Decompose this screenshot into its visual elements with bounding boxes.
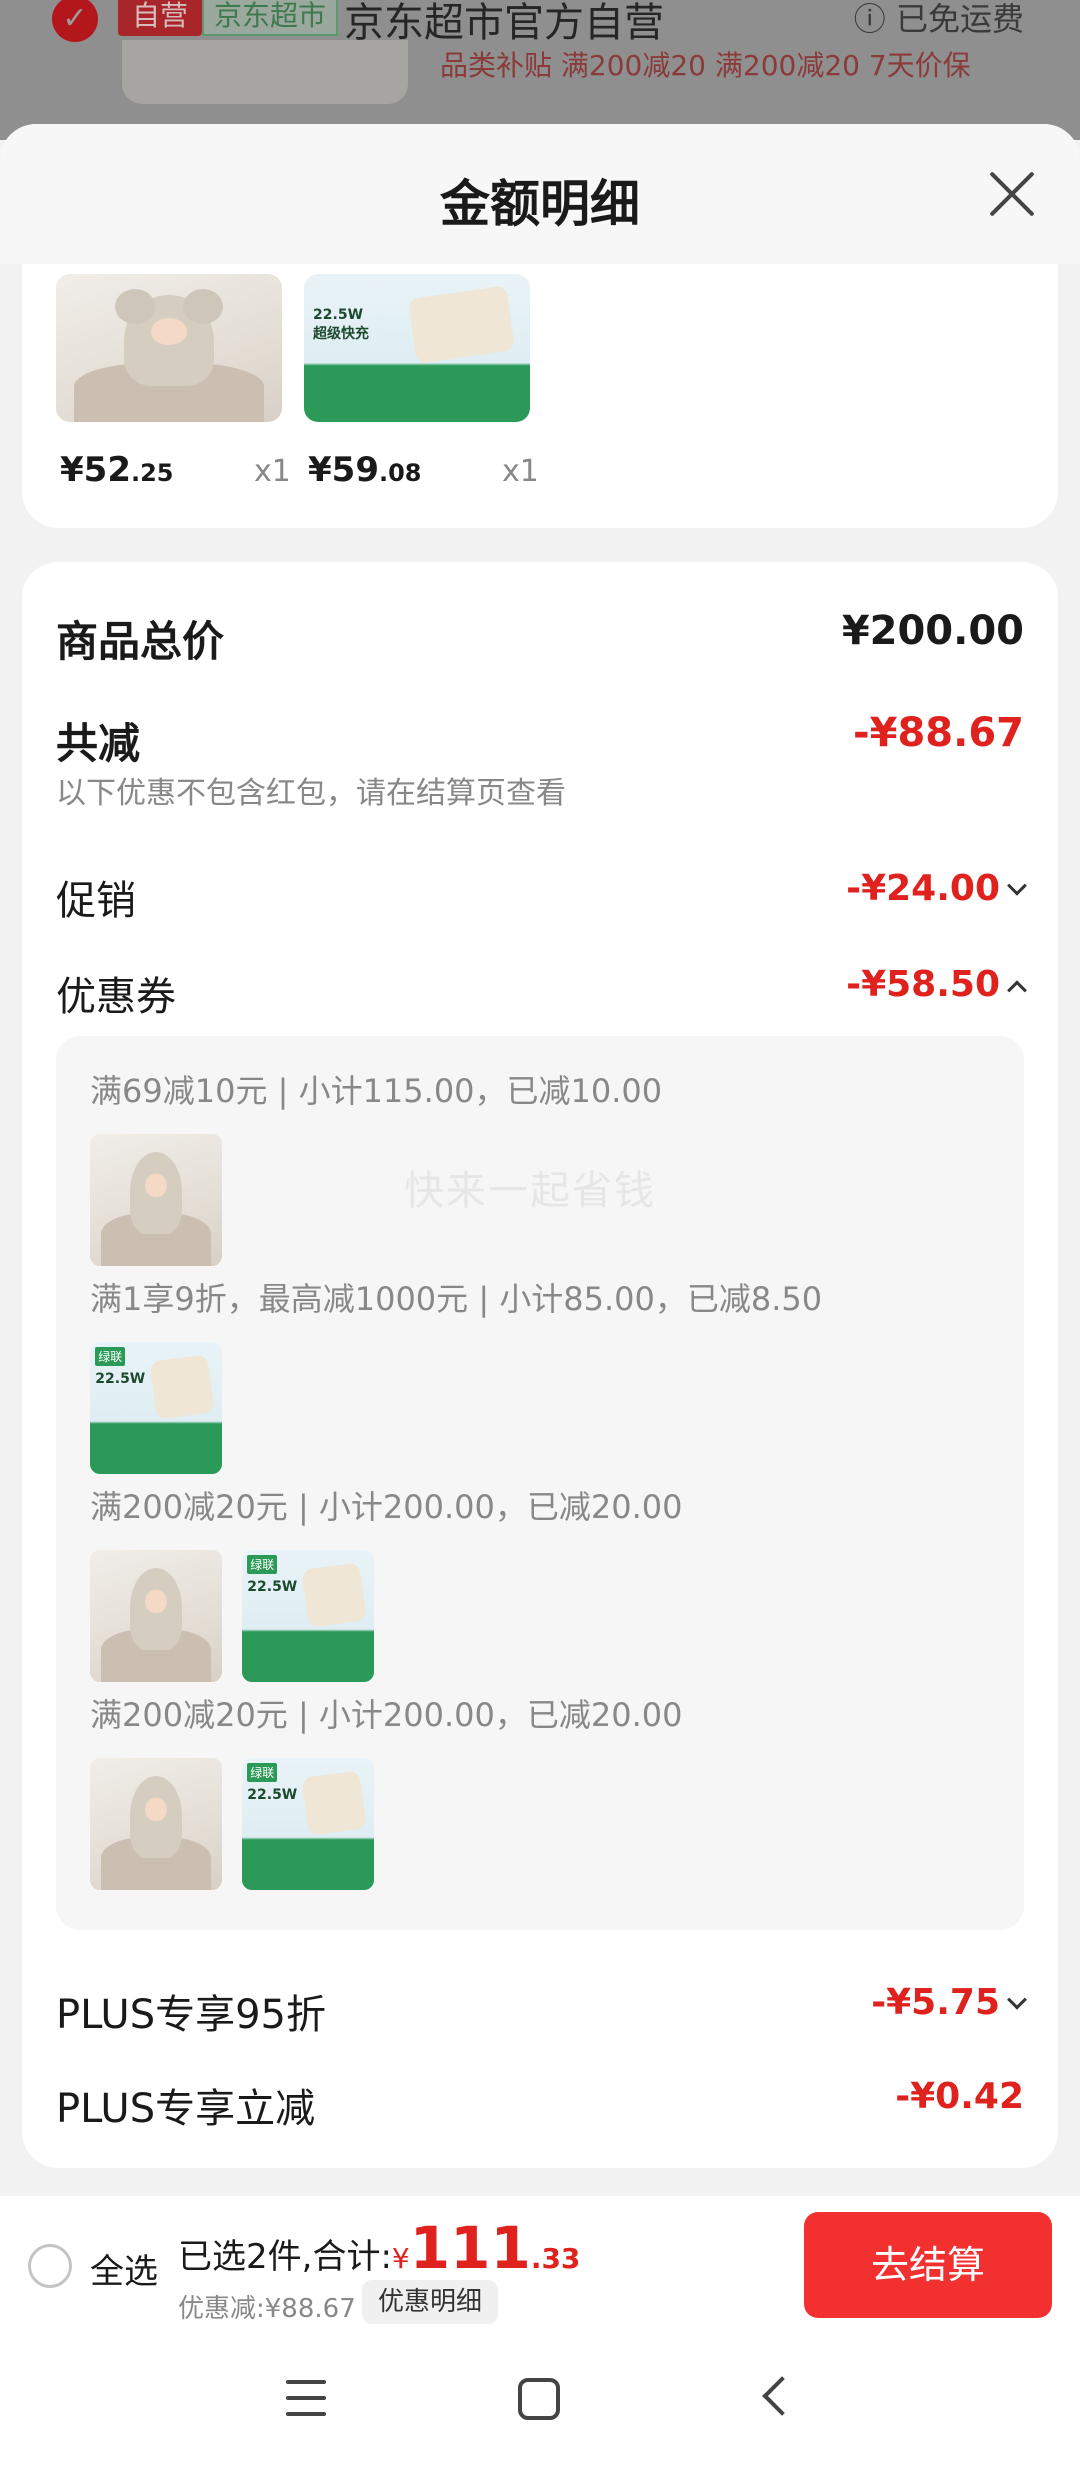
selected-count-text: 已选2件,合计: xyxy=(178,2237,392,2277)
promotion-value[interactable]: -¥24.00 xyxy=(846,868,1027,909)
supermarket-tag: 京东超市 xyxy=(202,0,339,36)
coupon-group-title: 满1享9折，最高减1000元 | 小计85.00，已减8.50 xyxy=(90,1280,823,1318)
coupon-row[interactable]: 优惠券 -¥58.50 xyxy=(56,964,1027,1024)
coupon-detail-panel: 快来一起省钱 满69减10元 | 小计115.00，已减10.00 满1享9折，… xyxy=(56,1036,1024,1930)
close-icon[interactable] xyxy=(986,168,1038,220)
home-icon[interactable] xyxy=(518,2378,560,2420)
product-item[interactable]: ¥52.25 x1 xyxy=(56,274,291,490)
checkmark-icon: ✓ xyxy=(52,0,98,42)
total-reduce-row: 共减 -¥88.67 以下优惠不包含红包，请在结算页查看 xyxy=(56,710,1024,811)
menu-icon[interactable] xyxy=(286,2380,326,2416)
product-item[interactable]: 22.5W 超级快充 ¥59.08 x1 xyxy=(304,274,539,490)
coupon-value[interactable]: -¥58.50 xyxy=(846,964,1027,1005)
chevron-down-icon xyxy=(1007,875,1027,896)
baby-towel-thumb xyxy=(90,1134,222,1266)
baby-towel-thumb xyxy=(90,1758,222,1890)
background-store-header: ✓ 自营 京东超市 京东超市官方自营 ⓘ 已免运费 品类补贴 满200减20 满… xyxy=(0,0,1080,140)
amount-breakdown-card: 商品总价 ¥200.00 共减 -¥88.67 以下优惠不包含红包，请在结算页查… xyxy=(22,562,1058,2168)
plus-reduce-label: PLUS专享立减 xyxy=(56,2086,316,2132)
back-icon[interactable] xyxy=(762,2376,802,2416)
checkout-button[interactable]: 去结算 xyxy=(804,2212,1052,2318)
total-price-value: ¥200.00 xyxy=(841,608,1024,654)
plus-discount-label: PLUS专享95折 xyxy=(56,1992,326,2038)
discount-detail-button[interactable]: 优惠明细 xyxy=(362,2280,499,2324)
total-reduce-value: -¥88.67 xyxy=(853,710,1024,756)
product-price: ¥59.08 xyxy=(308,450,422,490)
background-product-thumb xyxy=(122,40,408,104)
chevron-up-icon xyxy=(1007,980,1027,1001)
reduce-note: 以下优惠不包含红包，请在结算页查看 xyxy=(56,776,566,811)
plus-discount-row[interactable]: PLUS专享95折 -¥5.75 xyxy=(56,1982,1027,2042)
coupon-label: 优惠券 xyxy=(56,974,176,1020)
promotion-label: 促销 xyxy=(56,878,136,924)
sheet-title: 金额明细 xyxy=(440,175,640,233)
total-price-label: 商品总价 xyxy=(56,617,225,666)
total-amount: 111 xyxy=(409,2214,531,2282)
coupon-group-title: 满69减10元 | 小计115.00，已减10.00 xyxy=(90,1072,663,1110)
background-promo-text: 品类补贴 满200减20 满200减20 7天价保 xyxy=(440,49,971,82)
select-all-label[interactable]: 全选 xyxy=(90,2244,158,2293)
plus-reduce-value: -¥0.42 xyxy=(895,2076,1024,2117)
self-operated-tag: 自营 xyxy=(118,0,203,36)
system-navigation-bar xyxy=(0,2334,1080,2466)
discount-text: 优惠减:¥88.67 xyxy=(178,2294,356,2324)
free-shipping-label: ⓘ 已免运费 xyxy=(853,0,1024,38)
product-price: ¥52.25 xyxy=(60,450,174,490)
sheet-header: 金额明细 xyxy=(0,124,1080,264)
promotion-row[interactable]: 促销 -¥24.00 xyxy=(56,868,1027,928)
power-bank-thumb: 绿联 22.5W xyxy=(90,1342,222,1474)
baby-towel-image xyxy=(56,274,282,422)
total-reduce-label: 共减 xyxy=(56,719,141,768)
power-bank-thumb: 绿联 22.5W xyxy=(242,1550,374,1682)
watermark-text: 快来一起省钱 xyxy=(404,1168,656,1214)
amount-detail-sheet: ¥52.25 x1 22.5W 超级快充 ¥59.08 x1 金额明细 商品总价 … xyxy=(0,124,1080,2340)
product-quantity: x1 xyxy=(254,454,291,489)
chevron-down-icon xyxy=(1007,1989,1027,2010)
power-bank-image: 22.5W 超级快充 xyxy=(304,274,530,422)
product-quantity: x1 xyxy=(502,454,539,489)
coupon-group-title: 满200减20元 | 小计200.00，已减20.00 xyxy=(90,1488,683,1526)
coupon-group-title: 满200减20元 | 小计200.00，已减20.00 xyxy=(90,1696,683,1734)
total-summary: 已选2件,合计:¥111.33 xyxy=(178,2214,580,2282)
baby-towel-thumb xyxy=(90,1550,222,1682)
checkout-bar: 全选 已选2件,合计:¥111.33 优惠减:¥88.67 优惠明细 去结算 xyxy=(0,2196,1080,2334)
total-price-row: 商品总价 ¥200.00 xyxy=(56,608,1024,668)
plus-discount-value[interactable]: -¥5.75 xyxy=(871,1982,1027,2023)
plus-reduce-row: PLUS专享立减 -¥0.42 xyxy=(56,2076,1024,2136)
total-amount-decimal: .33 xyxy=(530,2242,581,2275)
power-bank-thumb: 绿联 22.5W xyxy=(242,1758,374,1890)
select-all-radio[interactable] xyxy=(28,2244,72,2288)
currency-symbol: ¥ xyxy=(391,2242,410,2275)
